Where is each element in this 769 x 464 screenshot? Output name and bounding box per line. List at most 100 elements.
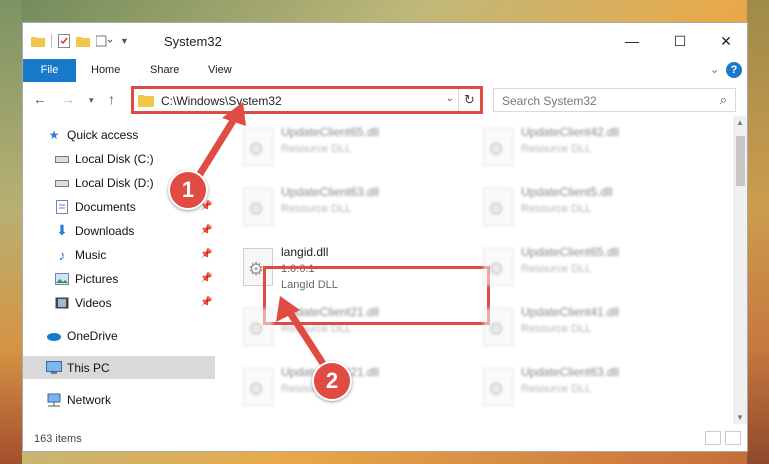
dll-file-icon	[243, 368, 273, 406]
sidebar-item-label: Local Disk (C:)	[75, 151, 154, 166]
file-description: Resource DLL	[521, 143, 592, 155]
large-icons-view-icon[interactable]	[725, 431, 741, 445]
file-name: UpdateClient42.dll	[521, 125, 620, 139]
sidebar-item-label: OneDrive	[67, 328, 118, 343]
file-tile[interactable]: UpdateClient42.dll Resource DLL	[473, 121, 698, 176]
file-name: UpdateClient63.dll	[281, 185, 380, 199]
dll-file-icon	[483, 248, 513, 286]
ribbon-tabs: File Home Share View ⌄ ?	[23, 59, 747, 82]
file-tile[interactable]: UpdateClient65.dll Resource DLL	[473, 241, 698, 296]
navigation-bar: ← → ▾ ↑ C:\Windows\System32 ⌄ ↻ Search S…	[23, 85, 747, 115]
address-highlight-box	[131, 86, 483, 114]
documents-icon	[54, 199, 70, 214]
minimize-button[interactable]: —	[609, 23, 655, 59]
sidebar-item-local-disk-c[interactable]: Local Disk (C:)	[23, 147, 215, 170]
sidebar-item-network[interactable]: Network	[23, 388, 215, 411]
sidebar-item-this-pc[interactable]: This PC	[23, 356, 215, 379]
toolbar-divider	[51, 34, 52, 48]
videos-icon	[54, 296, 70, 310]
file-tile[interactable]: UpdateClient21.dll Resource DLL	[233, 301, 458, 356]
back-arrow-icon[interactable]: ←	[33, 91, 47, 107]
desktop-background-right	[747, 0, 769, 464]
desktop-background-left	[0, 0, 22, 464]
file-name: langid.dll	[281, 245, 329, 259]
sidebar-item-quick-access[interactable]: ★ Quick access	[23, 123, 215, 146]
file-tile[interactable]: UpdateClient63.dll Resource DLL	[233, 181, 458, 236]
search-box[interactable]: Search System32 ⌕	[493, 88, 736, 112]
folder-icon[interactable]	[31, 35, 45, 47]
music-icon: ♪	[58, 246, 66, 263]
network-icon	[46, 393, 62, 407]
pin-icon[interactable]: 📌	[200, 249, 212, 260]
sidebar-item-videos[interactable]: Videos 📌	[23, 291, 215, 314]
sidebar-item-onedrive[interactable]: OneDrive	[23, 324, 215, 347]
pin-icon[interactable]: 📌	[200, 273, 212, 284]
view-toggles	[705, 431, 741, 445]
scrollbar-thumb[interactable]	[736, 136, 745, 186]
downloads-icon: ⬇	[56, 222, 68, 238]
sidebar-item-pictures[interactable]: Pictures 📌	[23, 267, 215, 290]
sidebar-item-music[interactable]: ♪ Music 📌	[23, 243, 215, 266]
up-arrow-icon[interactable]: ↑	[108, 91, 115, 107]
file-tile[interactable]: UpdateClient41.dll Resource DLL	[473, 301, 698, 356]
sidebar-item-downloads[interactable]: ⬇ Downloads 📌	[23, 219, 215, 242]
sidebar-item-label: Local Disk (D:)	[75, 175, 154, 190]
file-explorer-window: ▼ System32 — ☐ ✕ File Home Share View ⌄ …	[22, 22, 748, 452]
sidebar-item-label: Quick access	[67, 127, 139, 142]
dll-file-icon	[483, 308, 513, 346]
search-icon[interactable]: ⌕	[720, 92, 727, 108]
dropdown-arrow-icon[interactable]: ▼	[120, 36, 129, 46]
file-description: Resource DLL	[281, 323, 352, 335]
tab-view[interactable]: View	[208, 59, 232, 82]
file-name: UpdateClient65.dll	[521, 245, 620, 259]
search-placeholder: Search System32	[502, 94, 597, 108]
scroll-down-icon[interactable]: ▼	[736, 413, 744, 422]
file-name: UpdateClient5.dll	[521, 185, 613, 199]
dll-file-icon	[483, 128, 513, 166]
pin-icon[interactable]: 📌	[200, 297, 212, 308]
new-folder-icon[interactable]	[76, 35, 90, 47]
details-view-icon[interactable]	[705, 431, 721, 445]
help-button[interactable]: ?	[726, 62, 742, 78]
sidebar-item-label: This PC	[67, 360, 110, 375]
pictures-icon	[54, 272, 70, 286]
file-description: Resource DLL	[281, 143, 352, 155]
drive-icon	[54, 176, 70, 190]
sidebar-item-label: Pictures	[75, 271, 119, 286]
forward-arrow-icon[interactable]: →	[61, 91, 75, 107]
file-list: UpdateClient65.dll Resource DLL UpdateCl…	[223, 121, 733, 421]
tab-home[interactable]: Home	[91, 59, 120, 82]
close-button[interactable]: ✕	[703, 23, 747, 59]
file-tile[interactable]: UpdateClient65.dll Resource DLL	[233, 121, 458, 176]
file-name: UpdateClient21.dll	[281, 305, 380, 319]
sidebar-item-label: Network	[67, 392, 112, 407]
pin-icon[interactable]: 📌	[200, 225, 212, 236]
dll-file-icon	[243, 188, 273, 226]
file-name: UpdateClient63.dll	[521, 365, 620, 379]
step-1-badge: 1	[168, 170, 208, 210]
maximize-button[interactable]: ☐	[657, 23, 703, 59]
vertical-scrollbar[interactable]: ▲ ▼	[733, 116, 747, 424]
file-name: UpdateClient41.dll	[521, 305, 620, 319]
tab-file[interactable]: File	[23, 59, 76, 82]
tab-share[interactable]: Share	[150, 59, 179, 82]
file-description: Resource DLL	[521, 203, 592, 215]
file-tile[interactable]: UpdateClient63.dll Resource DLL	[473, 361, 698, 416]
item-count: 163 items	[34, 433, 82, 445]
expand-ribbon-icon[interactable]: ⌄	[710, 63, 719, 76]
customize-toolbar-icon[interactable]	[96, 35, 114, 47]
quick-access-toolbar: ▼	[31, 34, 129, 48]
dll-file-icon	[243, 128, 273, 166]
file-description: Resource DLL	[521, 383, 592, 395]
file-description: Resource DLL	[521, 263, 592, 275]
pc-icon	[46, 360, 62, 375]
file-description: Resource DLL	[281, 203, 352, 215]
scroll-up-icon[interactable]: ▲	[736, 118, 744, 127]
properties-icon[interactable]	[58, 34, 70, 48]
dll-file-icon	[483, 188, 513, 226]
file-tile[interactable]: UpdateClient5.dll Resource DLL	[473, 181, 698, 236]
window-title: System32	[164, 34, 222, 49]
file-name: UpdateClient65.dll	[281, 125, 380, 139]
title-bar: ▼ System32 — ☐ ✕	[23, 23, 747, 61]
recent-locations-icon[interactable]: ▾	[89, 95, 94, 106]
